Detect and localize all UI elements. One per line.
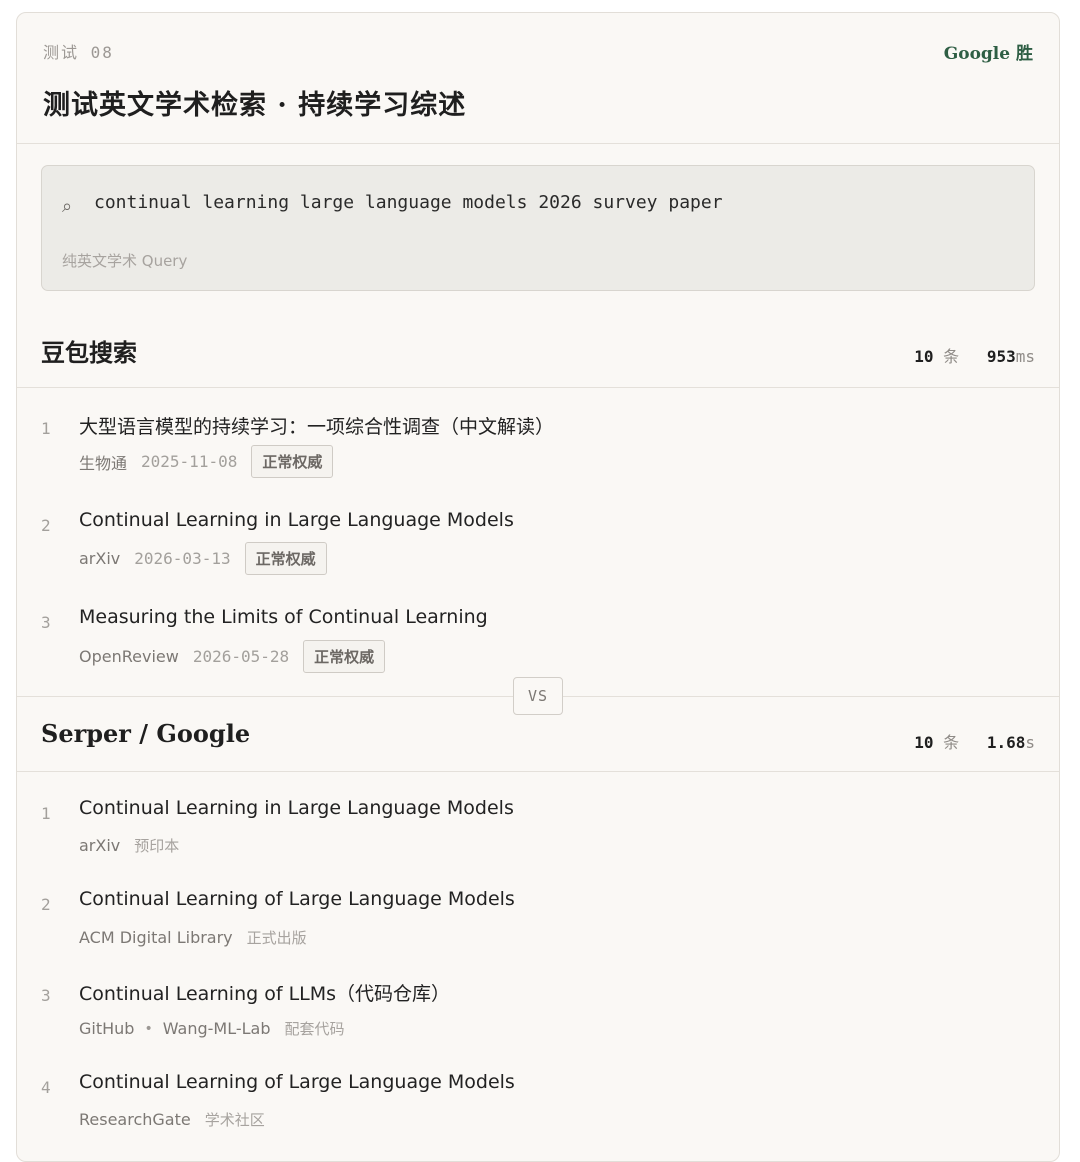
result-date: 2026-05-28 [192,647,290,666]
result-meta: arXiv 预印本 [79,835,179,856]
google-duration: 1.68 [986,733,1026,752]
google-count-unit: 条 [943,733,960,752]
result-number: 2 [41,516,51,535]
result-number: 3 [41,986,51,1005]
result-meta: ACM Digital Library 正式出版 [79,927,307,948]
result-source: ACM Digital Library [79,928,233,947]
result-number: 3 [41,613,51,632]
result-title[interactable]: 大型语言模型的持续学习：一项综合性调查（中文解读） [79,412,554,439]
result-note: 预印本 [134,837,180,855]
doubao-divider [17,387,1059,388]
doubao-count-unit: 条 [943,347,960,366]
result-source: OpenReview [79,647,179,666]
doubao-duration: 953 [986,347,1016,366]
result-source: arXiv [79,549,121,568]
result-number: 4 [41,1078,51,1097]
result-source: ResearchGate [79,1110,191,1129]
test-title: 测试英文学术检索 · 持续学习综述 [43,90,467,121]
result-title[interactable]: Continual Learning of Large Language Mod… [79,1071,515,1093]
google-count: 10 [914,733,934,752]
result-date: 2025-11-08 [141,452,238,471]
result-title[interactable]: Continual Learning in Large Language Mod… [79,509,514,531]
google-duration-unit: s [1025,733,1035,752]
vs-badge: VS [513,677,563,715]
result-source: GitHub [79,1019,135,1038]
result-note: 正式出版 [246,929,307,947]
result-note: 配套代码 [284,1020,345,1038]
result-date: 2026-03-13 [134,549,231,568]
search-icon: ⌕ [62,196,73,217]
result-title[interactable]: Measuring the Limits of Continual Learni… [79,606,488,628]
result-number: 1 [41,804,51,823]
result-number: 1 [41,419,51,438]
doubao-duration-unit: ms [1015,347,1035,366]
result-note: 学术社区 [204,1111,265,1129]
result-sub-source: Wang-ML-Lab [162,1019,271,1038]
result-source: 生物通 [79,453,128,473]
query-box: ⌕ continual learning large language mode… [41,165,1035,291]
google-divider [17,771,1059,772]
authority-badge: 正常权威 [303,640,386,673]
result-meta: ResearchGate 学术社区 [79,1109,265,1130]
result-source: arXiv [79,836,121,855]
result-title[interactable]: Continual Learning in Large Language Mod… [79,797,514,819]
authority-badge: 正常权威 [244,542,327,575]
result-meta: 生物通 2025-11-08 正常权威 [79,445,334,478]
google-section-title: Serper / Google [41,719,251,748]
doubao-section-title: 豆包搜索 [41,338,137,367]
result-meta: arXiv 2026-03-13 正常权威 [79,542,327,575]
result-title[interactable]: Continual Learning of Large Language Mod… [79,888,515,910]
doubao-stats: 10 条 953ms [914,343,1035,367]
test-card: 测试 08 Google 胜 测试英文学术检索 · 持续学习综述 ⌕ conti… [16,12,1060,1162]
doubao-count: 10 [914,347,934,366]
test-number: 测试 08 [43,43,114,62]
winner-label: Google 胜 [943,44,1033,64]
result-meta: OpenReview 2026-05-28 正常权威 [79,640,386,673]
query-text: continual learning large language models… [94,192,723,213]
authority-badge: 正常权威 [251,445,334,478]
result-title[interactable]: Continual Learning of LLMs（代码仓库） [79,979,450,1006]
separator-dot: • [144,1020,153,1037]
google-stats: 10 条 1.68s [914,729,1035,753]
header-divider [17,143,1059,144]
result-meta: GitHub • Wang-ML-Lab 配套代码 [79,1018,345,1039]
query-note: 纯英文学术 Query [62,252,188,270]
result-number: 2 [41,895,51,914]
